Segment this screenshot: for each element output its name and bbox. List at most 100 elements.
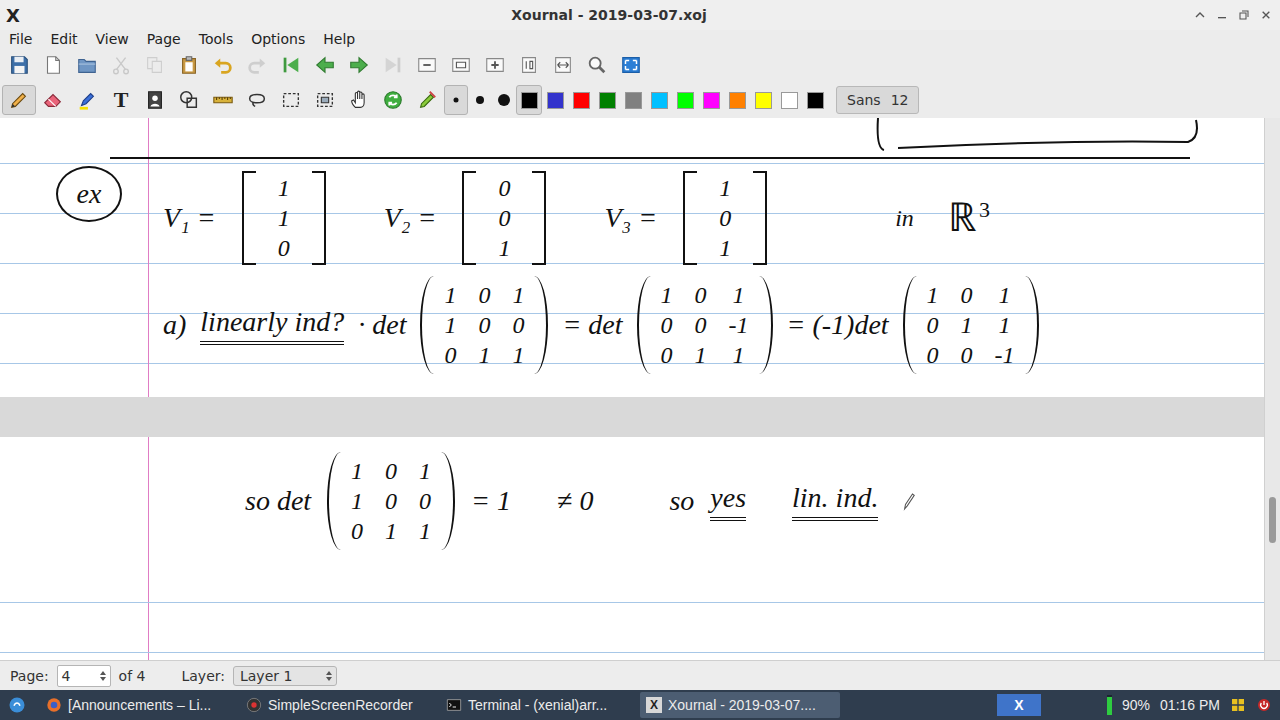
pen-size-button[interactable] xyxy=(468,85,492,115)
step-prefix: · det xyxy=(358,308,406,342)
font-button[interactable]: Sans12 xyxy=(836,86,919,114)
open-icon xyxy=(76,54,98,76)
tool-button[interactable] xyxy=(342,85,376,115)
winup-icon[interactable] xyxy=(1192,7,1208,23)
toolbar-button[interactable] xyxy=(376,50,410,80)
tool-button[interactable]: T xyxy=(104,85,138,115)
pen-size-button[interactable] xyxy=(492,85,516,115)
toolbar-button[interactable] xyxy=(2,50,36,80)
toolbar-button[interactable] xyxy=(70,50,104,80)
color-button[interactable] xyxy=(646,85,672,115)
color-button[interactable] xyxy=(542,85,568,115)
toolbar-button[interactable] xyxy=(478,50,512,80)
matrix-entry: 0 xyxy=(385,456,397,486)
clock[interactable]: 01:16 PM xyxy=(1160,697,1220,713)
color-button[interactable] xyxy=(698,85,724,115)
toolbar-button[interactable] xyxy=(580,50,614,80)
vector-matrix: 101 xyxy=(683,171,767,265)
spin-arrows-icon[interactable] xyxy=(96,671,110,681)
first-icon xyxy=(280,54,302,76)
task-button[interactable]: XXournal - 2019-03-07.... xyxy=(640,692,840,718)
color-button[interactable] xyxy=(802,85,828,115)
winmin-icon[interactable] xyxy=(1214,7,1230,23)
toolbar-button[interactable] xyxy=(512,50,546,80)
task-button[interactable]: Terminal - (xenial)arr... xyxy=(440,692,640,718)
ruled-lines xyxy=(0,602,1264,660)
power-icon[interactable] xyxy=(1256,697,1272,713)
color-button[interactable] xyxy=(516,85,542,115)
color-button[interactable] xyxy=(672,85,698,115)
regionselect-icon xyxy=(314,89,336,111)
tool-button[interactable] xyxy=(410,85,444,115)
matrix-entry: 0 xyxy=(278,233,290,263)
tool-button[interactable] xyxy=(376,85,410,115)
winclose-icon[interactable] xyxy=(1258,7,1274,23)
layer-dropdown[interactable]: Layer 1 xyxy=(233,666,337,686)
matrix-entry: 1 xyxy=(729,340,749,370)
menu-item[interactable]: Page xyxy=(147,31,181,47)
toolbar-button[interactable] xyxy=(546,50,580,80)
matrix-entry: 1 xyxy=(419,516,431,546)
tool-button[interactable] xyxy=(274,85,308,115)
page[interactable]: exV₁ =110V₂ =001V₃ =101inℝ3a)linearly in… xyxy=(0,118,1264,397)
toolbar-button[interactable] xyxy=(614,50,648,80)
color-button[interactable] xyxy=(750,85,776,115)
tool-button[interactable] xyxy=(240,85,274,115)
toolbar-button[interactable] xyxy=(240,50,274,80)
toolbar-button[interactable] xyxy=(104,50,138,80)
winmax-icon[interactable] xyxy=(1236,7,1252,23)
toolbar-button[interactable] xyxy=(172,50,206,80)
toolbar-button[interactable] xyxy=(206,50,240,80)
vector: V₁ =110 xyxy=(163,171,326,265)
menu-item[interactable]: View xyxy=(96,31,129,47)
color-button[interactable] xyxy=(776,85,802,115)
matrix-entry: 1 xyxy=(419,456,431,486)
toolbar-button[interactable] xyxy=(138,50,172,80)
tool-button[interactable] xyxy=(2,85,36,115)
tool-button[interactable] xyxy=(138,85,172,115)
hand-icon xyxy=(348,89,370,111)
color-button[interactable] xyxy=(568,85,594,115)
zoomcustom-icon xyxy=(586,54,608,76)
ink-stroke xyxy=(870,118,1210,154)
window-controls xyxy=(1192,7,1274,23)
task-label: [Announcements – Li... xyxy=(68,697,211,713)
scrollbar-thumb[interactable] xyxy=(1269,497,1276,543)
toolbar-button[interactable] xyxy=(444,50,478,80)
workspaces-icon[interactable] xyxy=(1230,697,1246,713)
toolbar-button[interactable] xyxy=(308,50,342,80)
tool-button[interactable] xyxy=(36,85,70,115)
task-button[interactable]: SimpleScreenRecorder xyxy=(240,692,440,718)
step-prefix: = det xyxy=(562,308,622,342)
toolbar-button[interactable] xyxy=(274,50,308,80)
color-button[interactable] xyxy=(594,85,620,115)
tool-button[interactable] xyxy=(172,85,206,115)
page[interactable]: so det101100011= 1≠ 0soyeslin. ind. xyxy=(0,437,1264,660)
menu-item[interactable]: Help xyxy=(323,31,355,47)
battery-meter[interactable] xyxy=(1107,695,1112,715)
launcher-icon[interactable] xyxy=(8,696,26,714)
color-button[interactable] xyxy=(724,85,750,115)
color-button[interactable] xyxy=(620,85,646,115)
tool-button[interactable] xyxy=(206,85,240,115)
tray-xournal-icon[interactable]: X xyxy=(997,694,1041,716)
menu-item[interactable]: Options xyxy=(251,31,305,47)
toolbar-button[interactable] xyxy=(342,50,376,80)
space-set: ℝ3 xyxy=(948,194,990,242)
menu-item[interactable]: Tools xyxy=(199,31,234,47)
lasso-icon xyxy=(246,89,268,111)
title-bar: XXournal - 2019-03-07.xoj xyxy=(0,0,1280,30)
menu-item[interactable]: Edit xyxy=(50,31,77,47)
tool-button[interactable] xyxy=(308,85,342,115)
toolbar-button[interactable] xyxy=(36,50,70,80)
refresh-icon xyxy=(382,89,404,111)
menu-item[interactable]: File xyxy=(9,31,32,47)
tool-button[interactable] xyxy=(70,85,104,115)
page-spinbox[interactable]: 4 xyxy=(57,665,111,687)
battery-reading: 90% xyxy=(1122,697,1150,713)
task-button[interactable]: [Announcements – Li... xyxy=(40,692,240,718)
pen-size-button[interactable] xyxy=(444,85,468,115)
toolbar-button[interactable] xyxy=(410,50,444,80)
matrix-entry: 1 xyxy=(385,516,397,546)
vertical-scrollbar[interactable] xyxy=(1264,118,1280,660)
